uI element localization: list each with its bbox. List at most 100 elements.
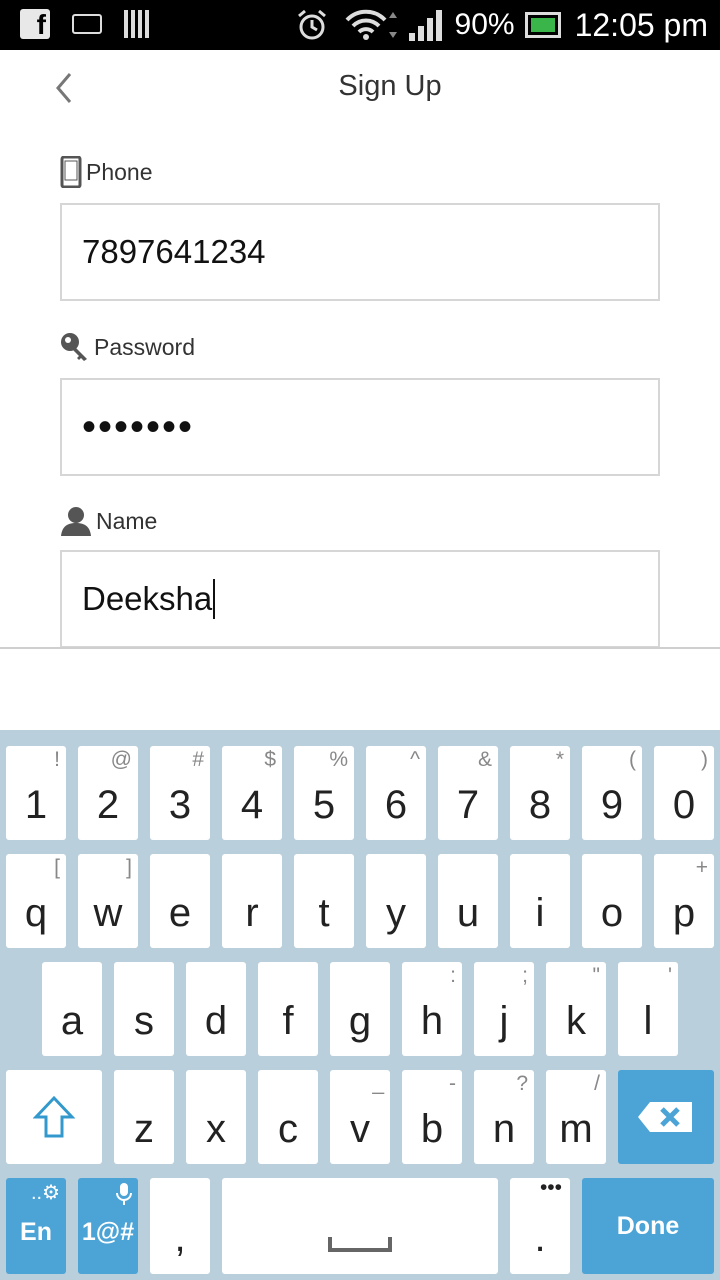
done-key[interactable]: Done: [582, 1178, 714, 1274]
alarm-icon: [297, 9, 326, 40]
key-label: u: [456, 890, 480, 935]
key-e[interactable]: e: [150, 854, 210, 948]
key-label: c: [278, 1106, 298, 1151]
language-key[interactable]: ..⚙ En: [6, 1178, 66, 1274]
signal-icon: [408, 10, 442, 41]
key-7[interactable]: & 7: [438, 746, 498, 840]
key-alt-label: %: [329, 748, 348, 771]
microphone-icon: [116, 1183, 132, 1205]
key-alt-label: ): [701, 748, 708, 771]
key-q[interactable]: [q: [6, 854, 66, 948]
key-2[interactable]: @2: [78, 746, 138, 840]
key-alt-label: #: [192, 748, 204, 771]
backspace-icon: [638, 1102, 692, 1132]
period-key[interactable]: ••• .: [510, 1176, 570, 1274]
key-label: p: [672, 890, 696, 935]
key-label: 2: [96, 782, 120, 827]
key-label: 8: [528, 782, 552, 827]
key-label: o: [600, 890, 624, 935]
phone-field[interactable]: 7897641234: [60, 203, 660, 301]
key-m[interactable]: / m: [546, 1070, 606, 1164]
key-label: 0: [672, 782, 696, 827]
key-i[interactable]: i: [510, 854, 570, 948]
key-j[interactable]: ; j: [474, 962, 534, 1056]
key-0[interactable]: ) 0: [654, 746, 714, 840]
key-1[interactable]: ! 1: [6, 746, 66, 840]
key-label: 1: [24, 782, 48, 827]
key-p[interactable]: + p: [654, 854, 714, 948]
key-label: 9: [600, 782, 624, 827]
facebook-icon: f: [20, 9, 50, 39]
key-label: t: [318, 890, 330, 935]
key-t[interactable]: t: [294, 854, 354, 948]
key-6[interactable]: ^ 6: [366, 746, 426, 840]
key-8[interactable]: * 8: [510, 746, 570, 840]
key-k[interactable]: " k: [546, 962, 606, 1056]
key-alt-label: &: [477, 748, 492, 771]
key-alt-label: ': [667, 964, 672, 987]
key-label: b: [420, 1106, 444, 1151]
divider: [0, 647, 720, 649]
phone-value: 7897641234: [82, 233, 266, 270]
keyboard-icon: [72, 14, 102, 34]
key-c[interactable]: c: [258, 1070, 318, 1164]
key-o[interactable]: o: [582, 854, 642, 948]
key-y[interactable]: y: [366, 854, 426, 948]
key-alt-label: /: [594, 1072, 600, 1095]
key-alt-label: @: [110, 748, 132, 771]
key-alt-label: ?: [516, 1072, 528, 1095]
key-label: h: [420, 998, 444, 1043]
battery-charging-icon: [524, 12, 561, 38]
key-label: j: [499, 998, 509, 1043]
backspace-key[interactable]: [618, 1070, 714, 1164]
wifi-icon: [345, 9, 397, 40]
password-field[interactable]: •••••••: [60, 378, 660, 476]
key-n[interactable]: ? n: [474, 1070, 534, 1164]
key-label: 3: [168, 782, 192, 827]
key-v[interactable]: _ v: [330, 1070, 390, 1164]
key-g[interactable]: g: [330, 962, 390, 1056]
key-label: z: [134, 1106, 154, 1151]
key-f[interactable]: f: [258, 962, 318, 1056]
key-label: w: [93, 890, 123, 935]
person-icon: [61, 507, 91, 536]
key-5[interactable]: % 5: [294, 746, 354, 840]
key-alt-label: ^: [410, 748, 420, 771]
key-4[interactable]: $4: [222, 746, 282, 840]
password-label: Password: [60, 332, 195, 362]
password-value: •••••••: [82, 404, 195, 449]
name-field[interactable]: Deeksha: [60, 550, 660, 648]
key-label: m: [559, 1106, 593, 1151]
key-3[interactable]: #3: [150, 746, 210, 840]
key-label: f: [282, 998, 294, 1043]
key-r[interactable]: r: [222, 854, 282, 948]
key-alt-label: (: [629, 748, 636, 771]
name-label: Name: [60, 506, 157, 536]
key-w[interactable]: ] w: [78, 854, 138, 948]
shift-key[interactable]: [6, 1070, 102, 1164]
key-9[interactable]: (9: [582, 746, 642, 840]
phone-label: Phone: [60, 156, 153, 188]
key-u[interactable]: u: [438, 854, 498, 948]
key-label: r: [245, 890, 259, 935]
key-label: k: [566, 998, 586, 1043]
key-x[interactable]: x: [186, 1070, 246, 1164]
key-label: d: [204, 998, 228, 1043]
space-key[interactable]: [222, 1178, 498, 1274]
comma-key[interactable]: ,: [150, 1178, 210, 1274]
page-title: Sign Up: [338, 70, 442, 102]
key-z[interactable]: z: [114, 1070, 174, 1164]
key-b[interactable]: -b: [402, 1070, 462, 1164]
key-label: 4: [240, 782, 264, 827]
barcode-icon: [124, 10, 150, 38]
key-d[interactable]: d: [186, 962, 246, 1056]
key-l[interactable]: ' l: [618, 962, 678, 1056]
key-label: 6: [384, 782, 408, 827]
key-label: n: [492, 1106, 516, 1151]
key-s[interactable]: s: [114, 962, 174, 1056]
symbols-key[interactable]: 1@#: [78, 1178, 138, 1274]
key-a[interactable]: a: [42, 962, 102, 1056]
key-h[interactable]: :h: [402, 962, 462, 1056]
shift-arrow-icon: [33, 1095, 75, 1138]
soft-keyboard: ..⚙ En 1@# , ••• . Done ! 1 @2 #3 $4% 5 ^ 6 & 7 * 8…: [0, 730, 720, 1280]
